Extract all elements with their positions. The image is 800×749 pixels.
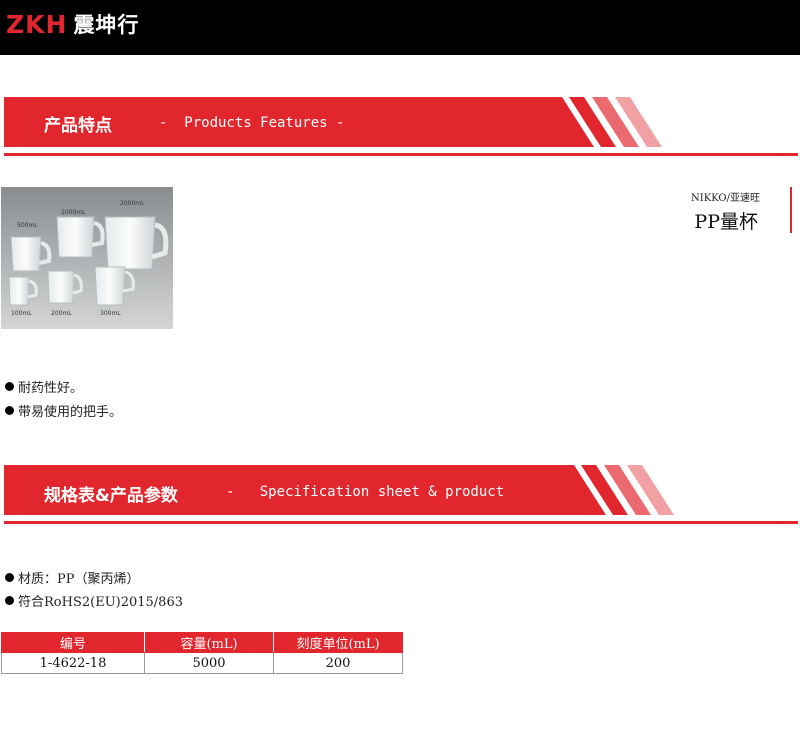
header-graduation: 刻度单位(mL) bbox=[273, 632, 403, 653]
image-label-1000: 1000mL bbox=[61, 209, 86, 216]
cell-capacity: 5000 bbox=[144, 652, 274, 674]
spec-note-text: 符合RoHS2(EU)2015/863 bbox=[18, 595, 183, 610]
cell-code: 1-4622-18 bbox=[1, 652, 145, 674]
spec-note: 符合RoHS2(EU)2015/863 bbox=[5, 591, 183, 610]
table-header-row: 编号 容量(mL) 刻度单位(mL) bbox=[1, 632, 403, 653]
product-name: PP量杯 bbox=[694, 211, 758, 233]
feature-text: 耐药性好。 bbox=[18, 381, 84, 396]
spec-banner: 规格表&产品参数 - Specification sheet & product bbox=[4, 465, 800, 525]
logo-name: 震坤行 bbox=[73, 13, 140, 37]
table-row: 1-4622-18 5000 200 bbox=[1, 652, 403, 674]
bullet-icon bbox=[5, 382, 14, 391]
logo[interactable]: ZKH 震坤行 bbox=[6, 9, 139, 39]
features-title-cn: 产品特点 bbox=[44, 116, 112, 136]
top-bar: ZKH 震坤行 bbox=[0, 0, 800, 55]
bullet-icon bbox=[5, 406, 14, 415]
image-label-300: 300mL bbox=[100, 310, 121, 317]
spec-note: 材质：PP（聚丙烯） bbox=[5, 568, 140, 587]
product-title-block: NIKKO/亚速旺 PP量杯 bbox=[630, 187, 792, 233]
spec-title-cn: 规格表&产品参数 bbox=[44, 486, 178, 506]
product-image: 2000mL 1000mL 500mL 100mL 200mL 300mL bbox=[1, 187, 173, 329]
cell-graduation: 200 bbox=[273, 652, 403, 674]
feature-item: 耐药性好。 bbox=[5, 377, 83, 396]
feature-text: 带易使用的把手。 bbox=[18, 405, 123, 420]
features-title-en: - Products Features - bbox=[159, 115, 345, 131]
image-label-500: 500mL bbox=[17, 222, 38, 229]
product-brand: NIKKO/亚速旺 bbox=[691, 193, 760, 204]
bullet-icon bbox=[5, 596, 14, 605]
logo-mark: ZKH bbox=[6, 9, 68, 39]
header-capacity: 容量(mL) bbox=[144, 632, 274, 653]
image-label-200: 200mL bbox=[51, 310, 72, 317]
spec-title-en: - Specification sheet & product bbox=[226, 484, 505, 500]
features-banner: 产品特点 - Products Features - bbox=[4, 97, 800, 157]
header-code: 编号 bbox=[1, 632, 145, 653]
feature-item: 带易使用的把手。 bbox=[5, 401, 122, 420]
spec-table: 编号 容量(mL) 刻度单位(mL) 1-4622-18 5000 200 bbox=[1, 632, 403, 674]
banner-graphic bbox=[4, 97, 798, 156]
image-label-100: 100mL bbox=[11, 310, 32, 317]
image-label-2000: 2000mL bbox=[120, 200, 145, 207]
bullet-icon bbox=[5, 573, 14, 582]
spec-note-text: 材质：PP（聚丙烯） bbox=[18, 572, 140, 587]
